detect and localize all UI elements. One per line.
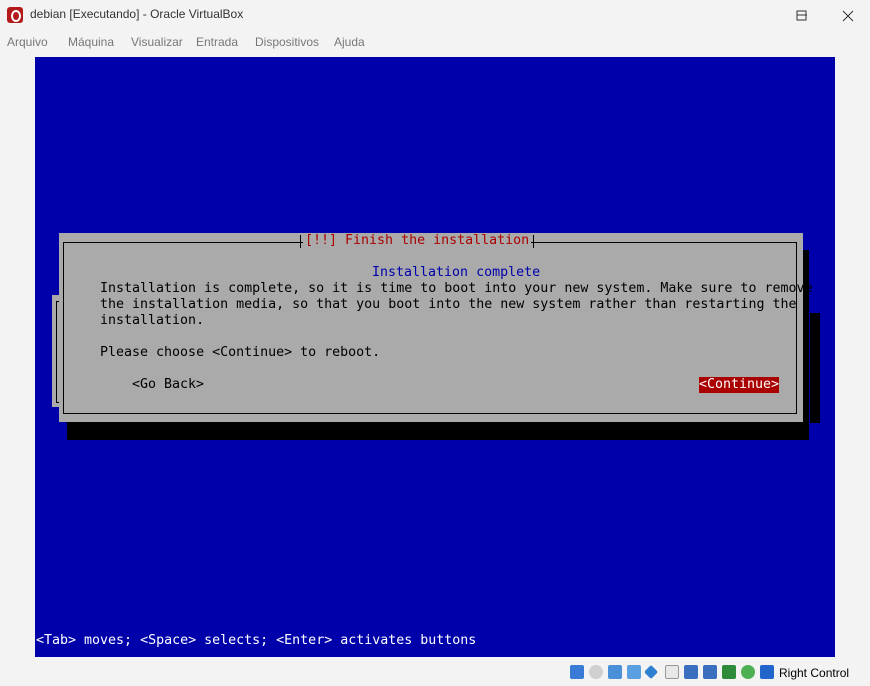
maximize-button[interactable] <box>784 0 824 30</box>
recording-icon[interactable] <box>703 665 717 679</box>
virtualbox-app-icon <box>7 7 23 23</box>
menu-visualizar[interactable]: Visualizar <box>131 35 183 49</box>
body-line: Installation is complete, so it is time … <box>100 281 813 296</box>
close-button[interactable] <box>824 0 870 30</box>
menu-bar: Arquivo Máquina Visualizar Entrada Dispo… <box>0 30 870 54</box>
vm-display[interactable]: [!!] Finish the installation Installatio… <box>35 57 835 657</box>
keyboard-capture-icon[interactable] <box>760 665 774 679</box>
window-title: debian [Executando] - Oracle VirtualBox <box>30 7 244 21</box>
body-line: installation. <box>100 313 205 328</box>
mouse-integration-icon[interactable] <box>741 665 755 679</box>
title-bar: debian [Executando] - Oracle VirtualBox <box>0 0 870 30</box>
menu-arquivo[interactable]: Arquivo <box>7 35 48 49</box>
maximize-icon <box>796 10 807 21</box>
dialog-subtitle: Installation complete <box>372 265 541 280</box>
keyboard-hint: <Tab> moves; <Space> selects; <Enter> ac… <box>36 633 477 648</box>
menu-ajuda[interactable]: Ajuda <box>334 35 365 49</box>
optical-drive-icon[interactable] <box>589 665 603 679</box>
host-key-label: Right Control <box>779 666 850 680</box>
audio-icon[interactable] <box>608 665 622 679</box>
display-icon[interactable] <box>684 665 698 679</box>
dialog-body: Installation is complete, so it is time … <box>100 281 812 329</box>
go-back-button[interactable]: <Go Back> <box>132 377 204 393</box>
dialog-title: [!!] Finish the installation <box>299 233 535 249</box>
menu-maquina[interactable]: Máquina <box>68 35 114 49</box>
menu-dispositivos[interactable]: Dispositivos <box>255 35 319 49</box>
finish-installation-dialog: [!!] Finish the installation Installatio… <box>59 233 812 422</box>
network-icon[interactable] <box>627 665 641 679</box>
usb-icon[interactable] <box>643 664 659 680</box>
menu-entrada[interactable]: Entrada <box>196 35 238 49</box>
shared-folders-icon[interactable] <box>665 665 679 679</box>
close-icon <box>842 10 854 22</box>
body-line: the installation media, so that you boot… <box>100 297 797 312</box>
cpu-icon[interactable] <box>722 665 736 679</box>
status-bar: Right Control <box>0 657 870 686</box>
dialog-prompt: Please choose <Continue> to reboot. <box>100 345 381 360</box>
hard-disk-icon[interactable] <box>570 665 584 679</box>
continue-button[interactable]: <Continue> <box>699 377 780 393</box>
background-dialog-shadow <box>810 313 820 423</box>
